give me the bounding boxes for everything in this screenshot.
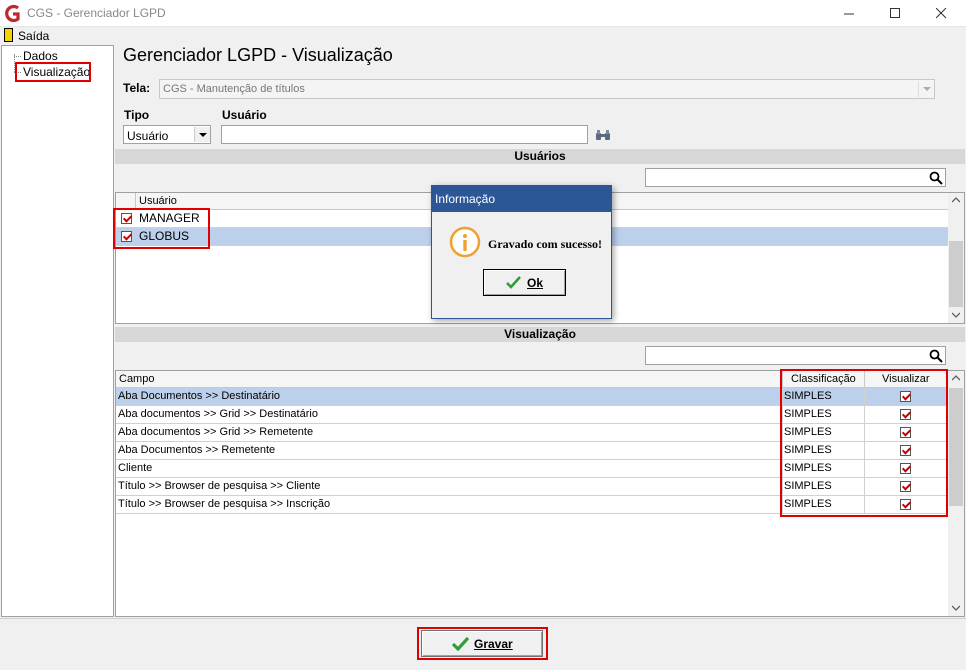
cgs-logo-icon [5,5,20,22]
sidebar-tree [1,45,114,617]
menu-bar [0,27,966,45]
info-icon [449,226,481,258]
close-button[interactable] [918,0,964,27]
usuario-input[interactable] [221,125,588,144]
search-icon[interactable] [929,349,943,363]
check-icon [506,276,521,289]
chevron-up-icon[interactable] [952,197,960,203]
tela-dropdown-arrow [918,81,934,97]
maximize-icon [889,8,900,18]
highlight-box [780,369,948,517]
ok-button[interactable]: Ok [483,269,566,296]
campo-cell: Aba documentos >> Grid >> Destinatário [118,408,318,420]
tree-branch [14,56,21,57]
users-scrollbar[interactable] [948,193,964,323]
highlight-box [113,208,210,249]
ok-button-label: Ok [527,276,544,290]
search-icon[interactable] [929,171,943,185]
campo-cell: Aba Documentos >> Destinatário [118,390,281,402]
tipo-dropdown-arrow [194,127,210,142]
campo-cell: Título >> Browser de pesquisa >> Inscriç… [118,498,331,510]
chevron-down-icon [923,87,931,91]
maximize-button[interactable] [872,0,918,27]
visualization-scrollbar[interactable] [948,371,964,616]
menu-exit[interactable]: Saída [18,29,49,43]
tela-value: CGS - Manutenção de títulos [163,83,305,95]
highlight-box [15,62,91,82]
visualization-scroll-thumb[interactable] [949,388,963,506]
tela-select[interactable]: CGS - Manutenção de títulos [159,79,935,99]
campo-cell: Aba Documentos >> Remetente [118,444,276,456]
campo-cell: Título >> Browser de pesquisa >> Cliente [118,480,321,492]
footer-divider [0,618,966,619]
campo-cell: Cliente [118,462,153,474]
tela-label: Tela: [123,81,151,95]
tipo-label: Tipo [124,108,150,122]
usuario-label: Usuário [222,108,267,122]
chevron-down-icon[interactable] [952,312,960,318]
sidebar-item-dados[interactable]: Dados [23,49,58,63]
chevron-up-icon[interactable] [952,375,960,381]
exit-door-icon[interactable] [4,28,13,42]
minimize-icon [843,13,854,15]
visualization-section-header: Visualização [115,327,965,342]
dialog-message: Gravado com sucesso! [488,237,602,251]
users-column-usuario[interactable]: Usuário [139,195,177,207]
binoculars-icon[interactable] [596,130,610,141]
campo-cell: Aba documentos >> Grid >> Remetente [118,426,314,438]
users-scroll-thumb[interactable] [949,241,963,307]
column-campo[interactable]: Campo [119,373,154,385]
users-search-input[interactable] [645,168,946,187]
info-dialog: Informação Gravado com sucesso! Ok [431,185,612,319]
chevron-down-icon [199,133,207,137]
visualization-search-input[interactable] [645,346,946,365]
tipo-select[interactable]: Usuário [123,125,211,144]
dialog-title: Informação [432,186,611,212]
users-section-header: Usuários [115,149,965,164]
tipo-value: Usuário [127,129,169,143]
chevron-down-icon[interactable] [952,605,960,611]
minimize-button[interactable] [826,0,872,27]
highlight-box [417,627,548,660]
page-title: Gerenciador LGPD - Visualização [123,45,393,65]
close-icon [935,8,946,19]
window-title: CGS - Gerenciador LGPD [27,6,166,20]
